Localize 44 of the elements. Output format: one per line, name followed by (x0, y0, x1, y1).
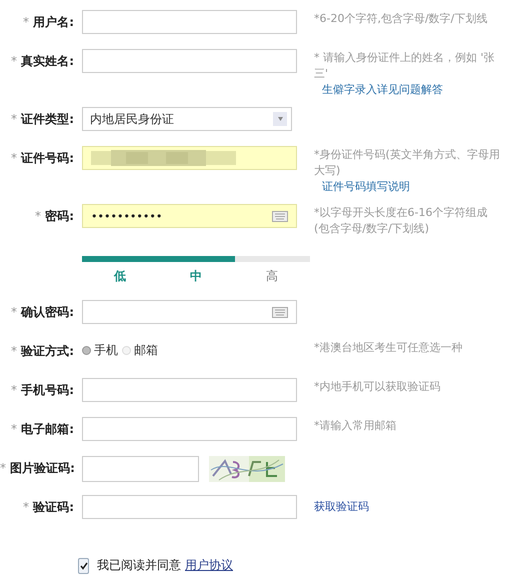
field-label: * 图片验证码: (0, 460, 74, 477)
agreement-link[interactable]: 用户协议 (185, 557, 233, 574)
input-field[interactable] (82, 495, 297, 519)
hint-text: *内地手机可以获取验证码 (314, 379, 442, 395)
input-field[interactable] (82, 378, 297, 402)
input-field[interactable] (82, 456, 199, 482)
input-field[interactable] (82, 146, 297, 170)
hint-text: *港澳台地区考生可任意选一种 (314, 340, 464, 356)
hint-text: *6-20个字符,包含字母/数字/下划线 (314, 11, 488, 27)
field-label: * 手机号码: (10, 382, 74, 399)
strength-label: 高 (266, 268, 278, 285)
field-label: * 验证码: (22, 499, 74, 516)
keyboard-icon (272, 210, 288, 222)
radio-button[interactable] (82, 346, 91, 354)
hint-text: *以字母开头长度在6-16个字符组成(包含字母/数字/下划线) (314, 205, 488, 237)
field-label: * 证件类型: (10, 111, 74, 128)
hint-text: *身份证件号码(英文半角方式、字母用大写) (314, 147, 500, 179)
input-field[interactable] (82, 10, 297, 34)
get-code-link[interactable]: 获取验证码 (314, 500, 369, 513)
keyboard-icon (272, 306, 288, 318)
agreement-text: 我已阅读并同意 (97, 557, 181, 574)
help-link[interactable]: 证件号码填写说明 (314, 179, 500, 195)
check-icon (80, 562, 88, 570)
field-label: * 密码: (34, 208, 74, 225)
strength-label: 中 (190, 268, 202, 285)
select-field[interactable]: 内地居民身份证 (82, 107, 292, 131)
field-label: * 确认密码: (10, 304, 74, 321)
checkbox[interactable] (78, 558, 89, 574)
input-field[interactable] (82, 417, 297, 441)
radio-label[interactable]: 邮箱 (134, 341, 158, 359)
field-label: * 电子邮箱: (10, 421, 74, 438)
password-field[interactable]: ••••••••••• (82, 204, 297, 228)
field-label: * 验证方式: (10, 343, 74, 360)
field-label: * 用户名: (22, 14, 74, 31)
input-field[interactable] (82, 49, 297, 73)
hint-text: *请输入常用邮箱 (314, 418, 398, 434)
field-label: * 证件号码: (10, 150, 74, 167)
password-field[interactable] (82, 300, 297, 324)
hint-text: * 请输入身份证件上的姓名，例如 '张三' (314, 50, 496, 82)
radio-label[interactable]: 手机 (94, 341, 118, 359)
caret-icon (273, 112, 287, 126)
strength-label: 低 (114, 268, 126, 285)
field-label: * 真实姓名: (10, 53, 74, 70)
help-link[interactable]: 生僻字录入详见问题解答 (314, 82, 500, 98)
